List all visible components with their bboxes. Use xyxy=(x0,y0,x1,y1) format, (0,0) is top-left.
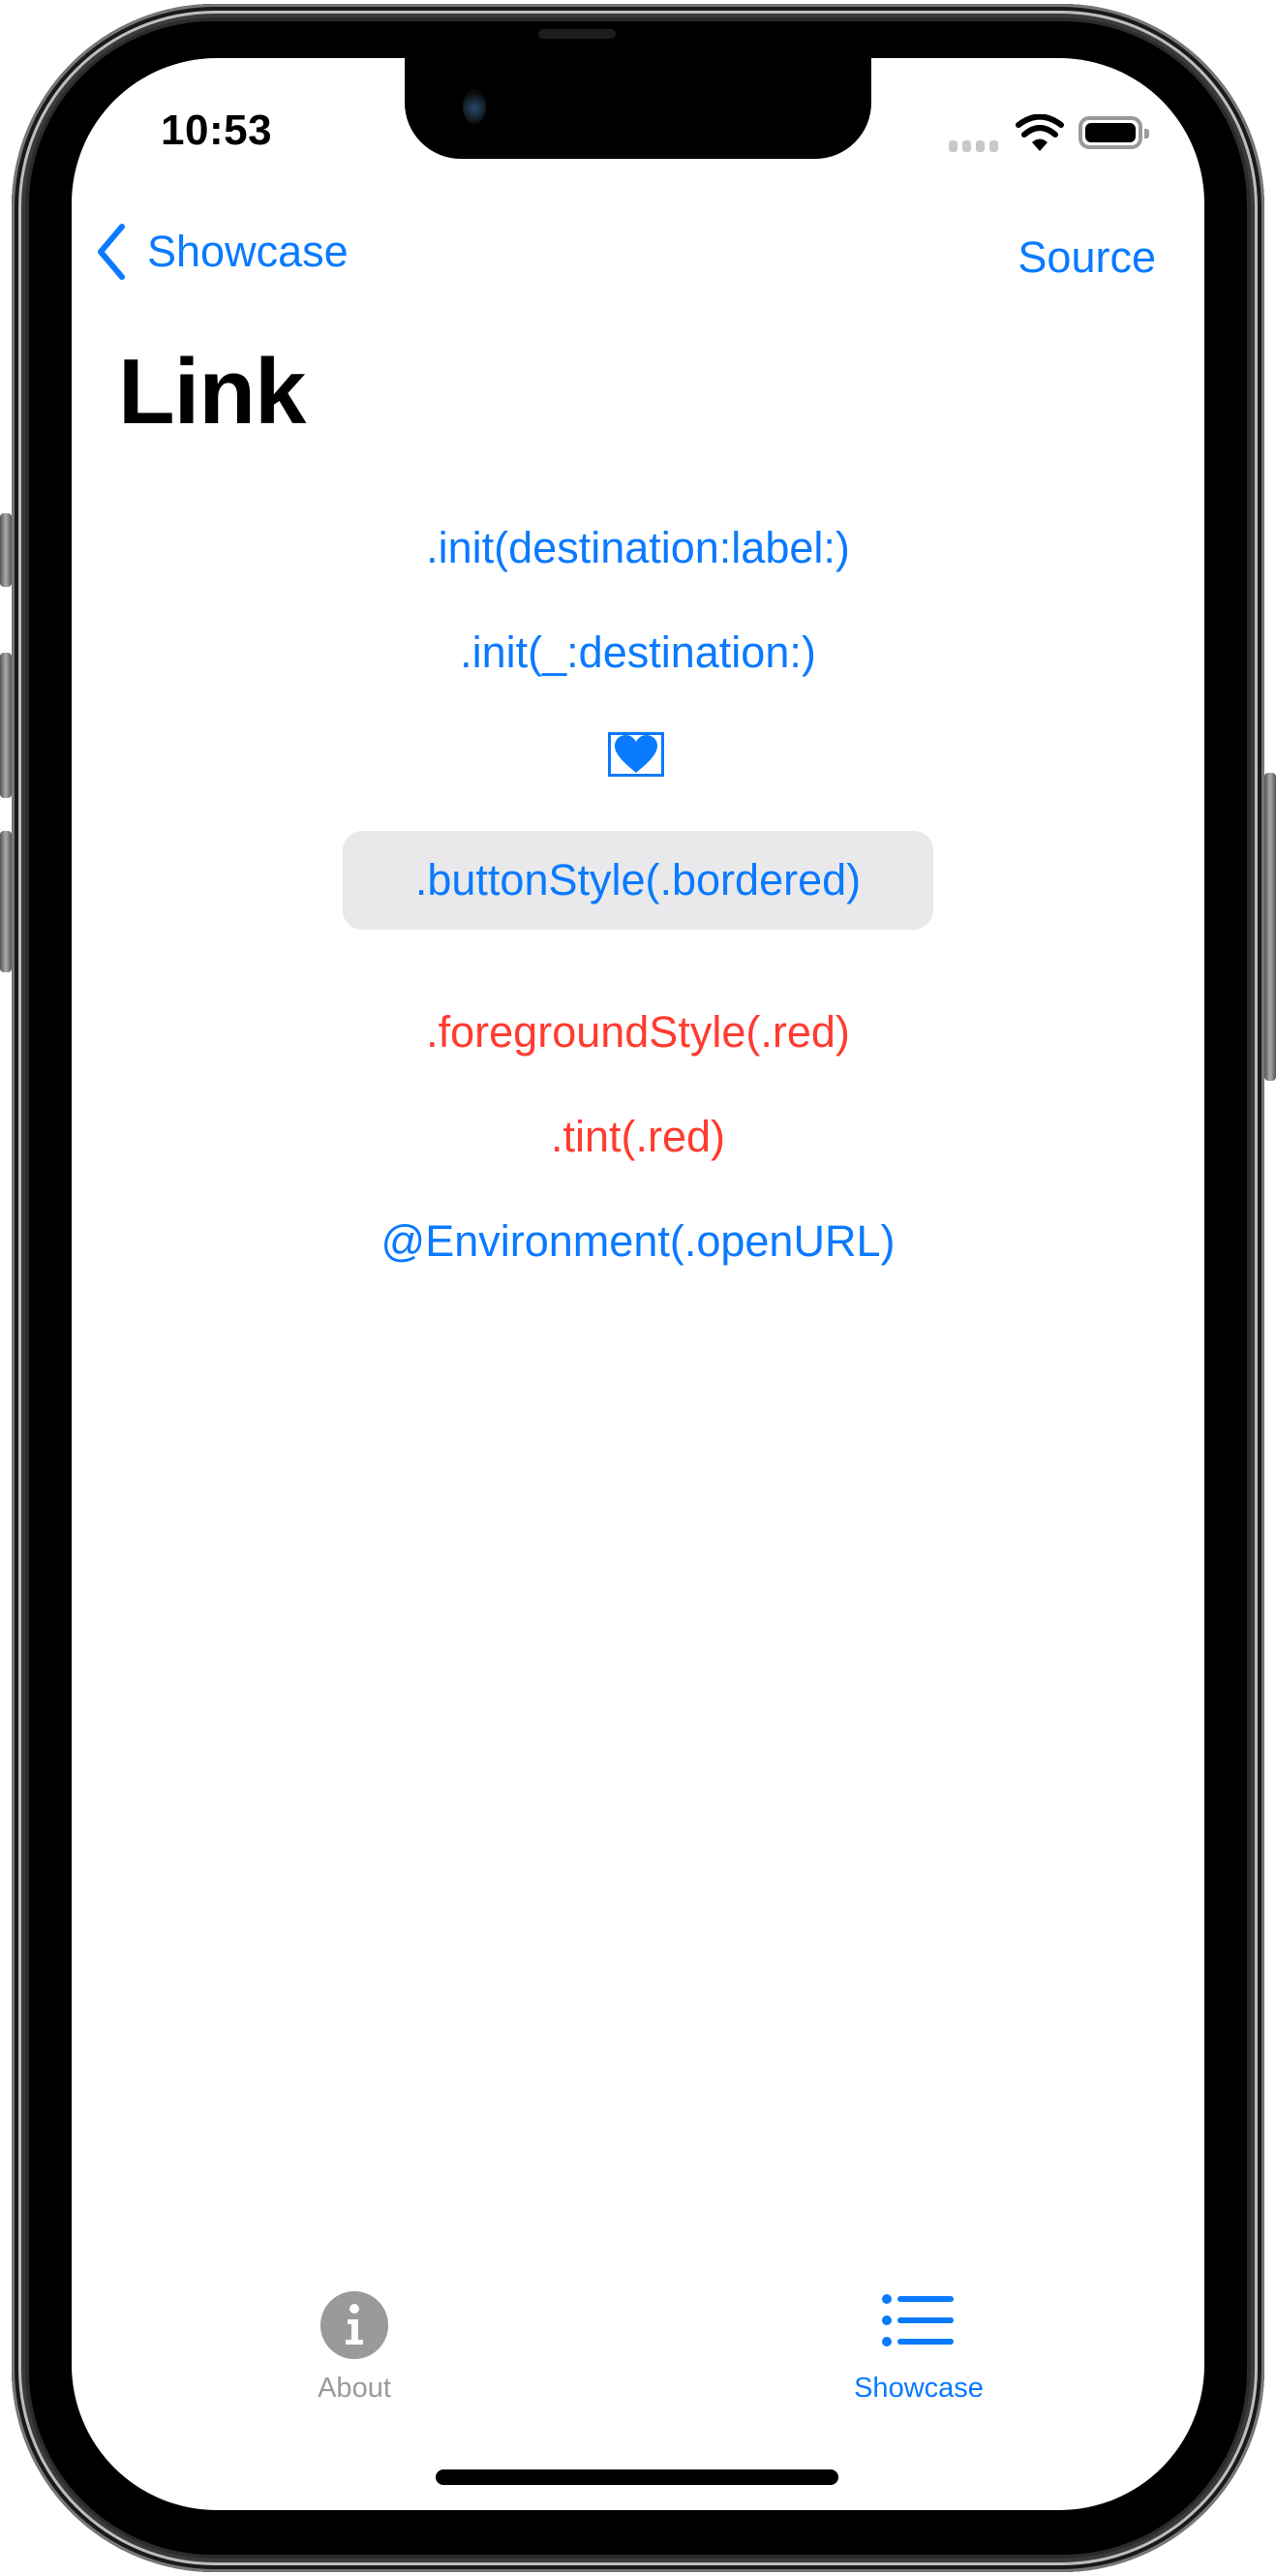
status-time: 10:53 xyxy=(161,107,273,154)
volume-up-button xyxy=(0,653,12,798)
link-tint-red[interactable]: .tint(.red) xyxy=(72,1112,1204,1162)
power-button xyxy=(1264,773,1276,1081)
screen: 10:53 Showcase Source Link .init(destina… xyxy=(72,58,1204,2510)
tab-showcase[interactable]: Showcase xyxy=(822,2291,1016,2405)
volume-down-button xyxy=(0,831,12,972)
earpiece-speaker xyxy=(538,29,616,39)
list-bullet-icon xyxy=(882,2294,954,2346)
mute-switch xyxy=(0,513,12,587)
heart-fill-icon xyxy=(615,735,657,773)
front-camera xyxy=(463,89,486,124)
link-foreground-style-red[interactable]: .foregroundStyle(.red) xyxy=(72,1007,1204,1058)
battery-full-icon xyxy=(1079,116,1149,149)
source-button[interactable]: Source xyxy=(1018,232,1156,283)
bordered-style-link-button[interactable]: .buttonStyle(.bordered) xyxy=(343,831,933,930)
link-environment-open-url[interactable]: @Environment(.openURL) xyxy=(72,1216,1204,1267)
cellular-signal-icon xyxy=(949,140,998,152)
tab-about[interactable]: About xyxy=(258,2291,451,2405)
tab-showcase-label: Showcase xyxy=(854,2373,984,2404)
link-init-title-destination[interactable]: .init(_:destination:) xyxy=(72,628,1204,678)
back-button[interactable]: Showcase xyxy=(95,223,349,281)
page-title: Link xyxy=(118,340,306,444)
link-init-destination-label[interactable]: .init(destination:label:) xyxy=(72,523,1204,573)
chevron-left-icon xyxy=(98,224,125,280)
info-circle-icon xyxy=(320,2291,388,2359)
home-indicator[interactable] xyxy=(436,2469,838,2485)
tab-about-label: About xyxy=(318,2373,391,2404)
notch xyxy=(405,58,871,159)
back-button-label: Showcase xyxy=(147,227,349,276)
heart-image-link[interactable] xyxy=(608,732,664,777)
wifi-icon xyxy=(1016,114,1064,151)
bordered-style-link-label: .buttonStyle(.bordered) xyxy=(414,855,862,905)
